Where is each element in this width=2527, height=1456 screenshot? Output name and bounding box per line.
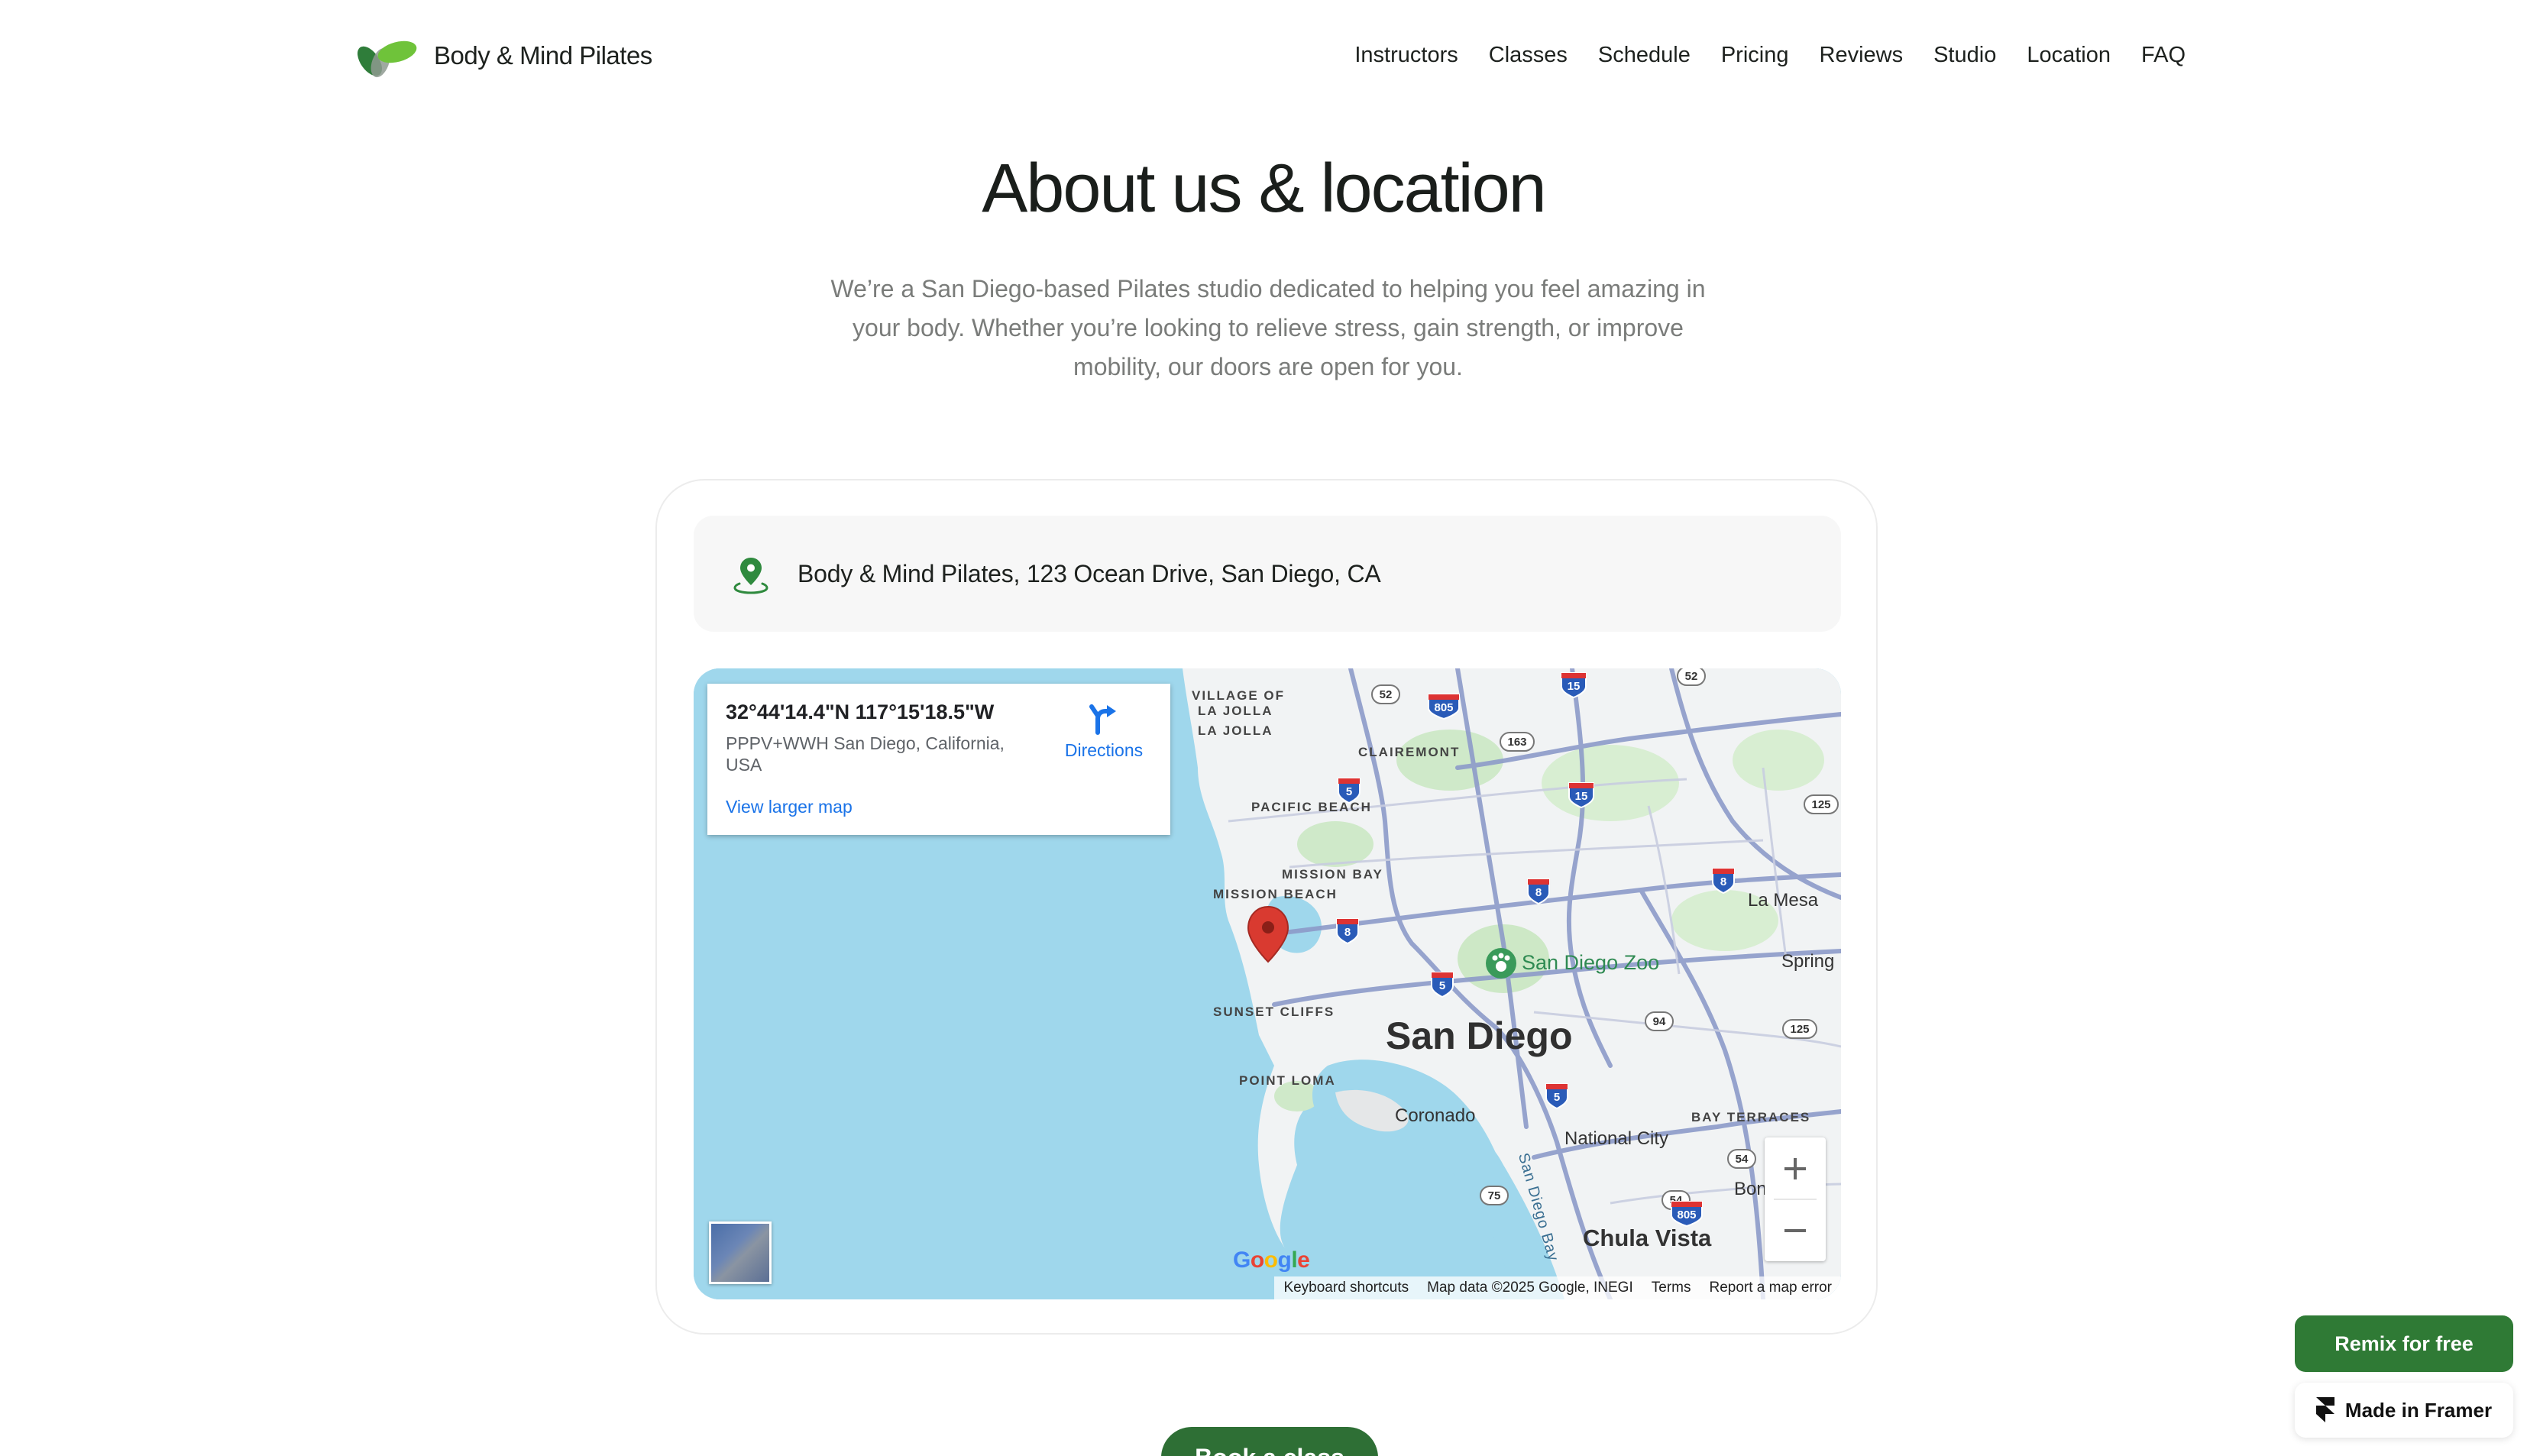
framer-logo-icon [2315,1397,2334,1422]
minus-icon [1784,1228,1806,1232]
main-nav: Instructors Classes Schedule Pricing Rev… [1354,43,2186,68]
keyboard-shortcuts-link[interactable]: Keyboard shortcuts [1283,1280,1409,1296]
nav-studio[interactable]: Studio [1933,43,1996,68]
map-pin-icon [733,558,768,594]
map-label-la-mesa: La Mesa [1748,890,1819,911]
map-label-pacific-beach: PACIFIC BEACH [1251,800,1372,814]
map-data-credit: Map data ©2025 Google, INEGI [1427,1280,1633,1296]
satellite-toggle-thumbnail[interactable] [709,1221,772,1284]
map-attribution: Keyboard shortcuts Map data ©2025 Google… [1274,1276,1841,1299]
map-info-box: 32°44'14.4"N 117°15'18.5"W PPPV+WWH San … [707,684,1170,835]
page-title: About us & location [982,150,1547,227]
plus-icon [1784,1157,1806,1179]
view-larger-map-link[interactable]: View larger map [726,797,853,817]
map-plus-code-address: PPPV+WWH San Diego, California, USA [726,733,1005,775]
map-label-bay-terraces: BAY TERRACES [1691,1110,1811,1124]
map-label-chula-vista: Chula Vista [1583,1225,1712,1251]
google-logo: Google [1233,1247,1310,1273]
directions-button[interactable]: Directions [1054,702,1153,761]
nav-reviews[interactable]: Reviews [1820,43,1904,68]
map-label-san-diego: San Diego [1386,1014,1573,1057]
map-label-sunset-cliffs: SUNSET CLIFFS [1213,1005,1335,1019]
map-label-point-loma: POINT LOMA [1239,1073,1336,1088]
zoom-in-button[interactable] [1765,1137,1826,1199]
map-label-coronado: Coronado [1395,1105,1476,1126]
nav-faq[interactable]: FAQ [2141,43,2186,68]
map-label-clairemont: CLAIREMONT [1358,745,1461,759]
nav-location[interactable]: Location [2027,43,2111,68]
zoom-out-button[interactable] [1765,1199,1826,1261]
hero-description: We’re a San Diego-based Pilates studio d… [830,275,1706,380]
nav-instructors[interactable]: Instructors [1354,43,1458,68]
made-in-framer-badge[interactable]: Made in Framer [2295,1383,2513,1438]
leaf-logo-icon [358,40,417,78]
map-label-zoo: San Diego Zoo [1522,951,1660,974]
address-text: Body & Mind Pilates, 123 Ocean Drive, Sa… [798,559,1381,587]
directions-label: Directions [1064,740,1144,760]
zoom-divider [1774,1199,1817,1200]
map-label-mission-bay: MISSION BAY [1282,867,1383,882]
map-label-la-jolla-2: LA JOLLA [1198,723,1273,738]
report-map-error-link[interactable]: Report a map error [1709,1280,1832,1296]
map-label-mission-beach: MISSION BEACH [1213,887,1338,901]
map-label-village-of: VILLAGE OF [1192,688,1285,703]
nav-pricing[interactable]: Pricing [1721,43,1789,68]
remix-for-free-button[interactable]: Remix for free [2295,1315,2513,1372]
terms-link[interactable]: Terms [1652,1280,1691,1296]
made-in-framer-label: Made in Framer [2344,1398,2493,1422]
address-bar: Body & Mind Pilates, 123 Ocean Drive, Sa… [694,516,1841,632]
map-label-spring: Spring [1781,951,1835,972]
brand-name: Body & Mind Pilates [434,41,652,70]
directions-icon [1089,704,1116,735]
location-card: Body & Mind Pilates, 123 Ocean Drive, Sa… [655,479,1878,1335]
book-class-button[interactable]: Book a class [1161,1427,1378,1456]
map-coordinates: 32°44'14.4"N 117°15'18.5"W [726,700,995,723]
zoom-controls [1765,1137,1826,1261]
map-label-la-jolla: LA JOLLA [1198,704,1273,718]
brand-logo[interactable]: Body & Mind Pilates [350,32,652,79]
nav-classes[interactable]: Classes [1489,43,1568,68]
map-label-national-city: National City [1564,1128,1669,1149]
nav-schedule[interactable]: Schedule [1598,43,1691,68]
embedded-map[interactable]: VILLAGE OF LA JOLLA LA JOLLA CLAIREMONT … [694,668,1841,1299]
